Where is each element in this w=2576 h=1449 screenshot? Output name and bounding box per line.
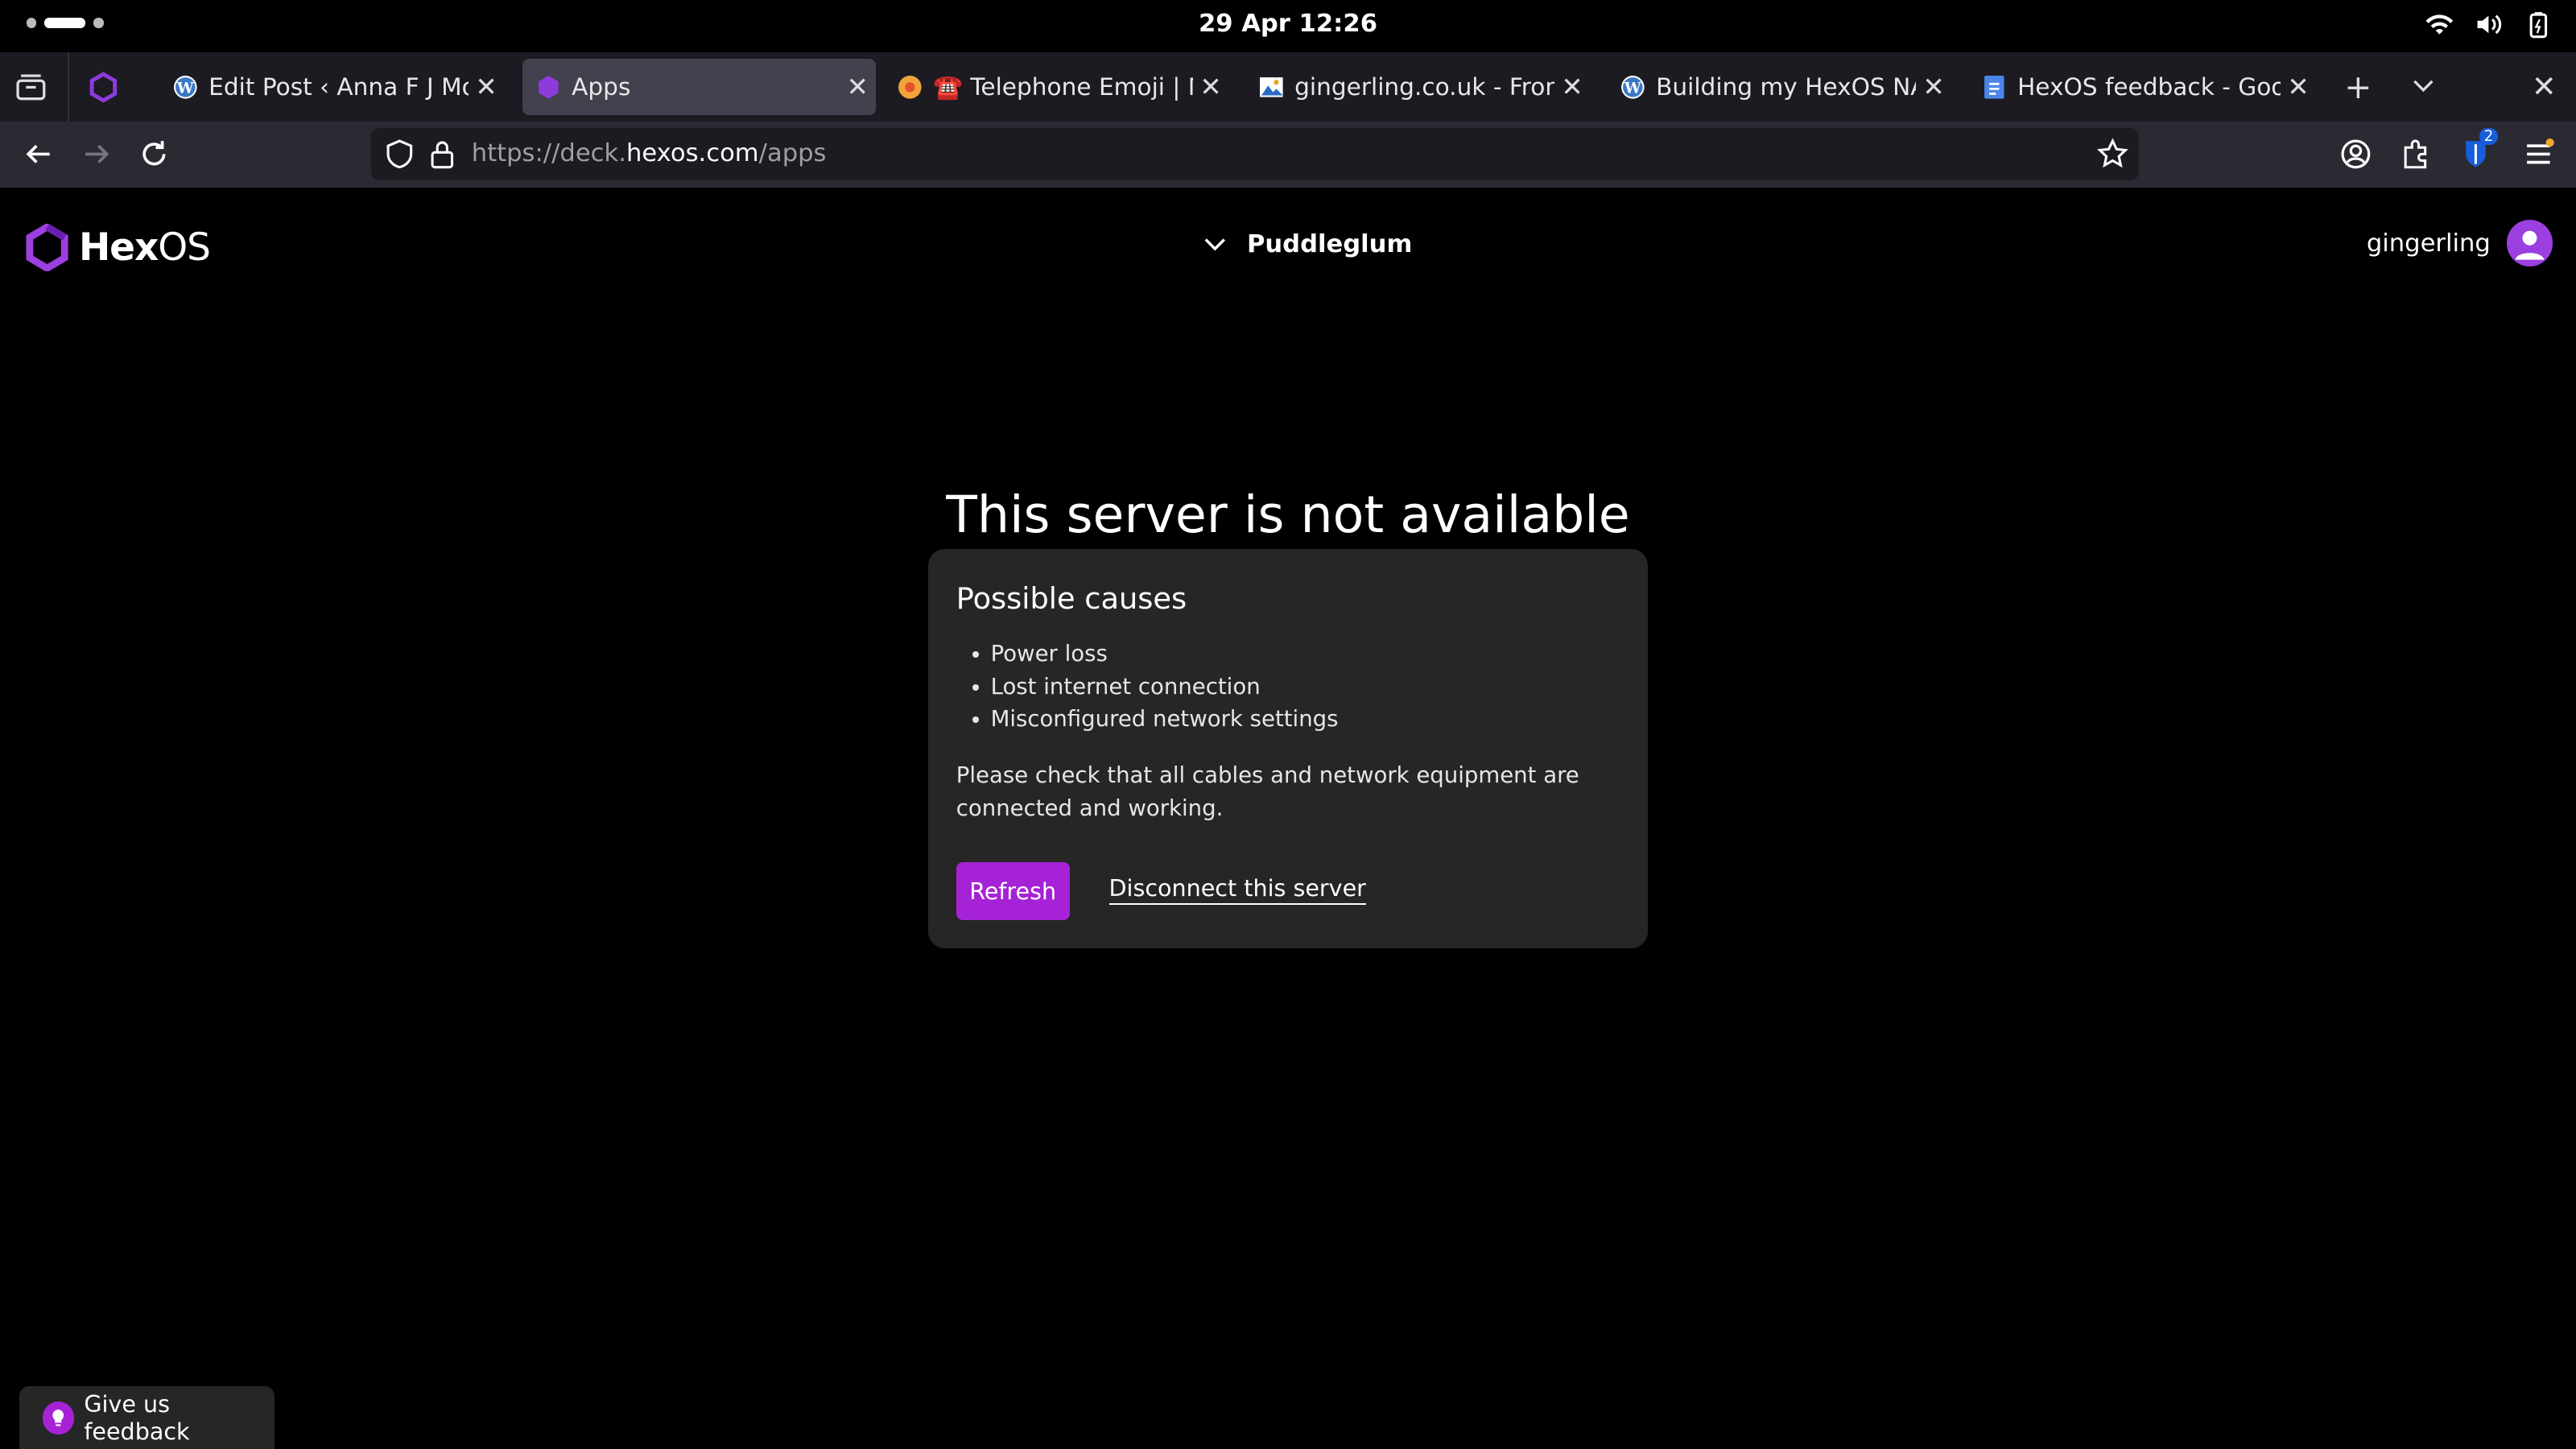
tab-title: HexOS feedback - Google bbox=[2017, 73, 2281, 101]
list-item: Lost internet connection bbox=[991, 671, 1339, 704]
bitwarden-extension[interactable]: 2 bbox=[2459, 128, 2499, 171]
tracking-protection-shield-icon[interactable] bbox=[385, 139, 415, 169]
close-tab-icon[interactable]: ✕ bbox=[2281, 72, 2317, 102]
reload-icon[interactable] bbox=[138, 138, 171, 171]
google-docs-icon bbox=[1984, 75, 2004, 99]
forward-arrow-icon[interactable] bbox=[80, 138, 114, 171]
url-path: /apps bbox=[758, 139, 827, 168]
hexos-logo[interactable]: HexOS bbox=[25, 223, 211, 271]
logo-rest: OS bbox=[158, 225, 211, 270]
url-text[interactable]: https://deck.hexos.com/apps bbox=[472, 139, 827, 167]
battery-icon bbox=[2529, 12, 2547, 39]
account-icon[interactable] bbox=[2339, 138, 2372, 171]
wordpress-icon: W bbox=[1621, 75, 1645, 99]
close-tab-icon[interactable]: ✕ bbox=[1916, 72, 1952, 102]
wifi-icon bbox=[2425, 14, 2454, 35]
causes-list: Power loss Lost internet connection Misc… bbox=[956, 638, 1339, 736]
tab-telephone-emoji[interactable]: ☎️ Telephone Emoji | Mea ✕ bbox=[884, 59, 1229, 114]
user-icon bbox=[2515, 230, 2545, 260]
tab-overview-icon[interactable] bbox=[14, 71, 47, 104]
chevron-down-icon bbox=[1204, 238, 1225, 251]
refresh-button[interactable]: Refresh bbox=[956, 862, 1070, 920]
tab-apps[interactable]: Apps ✕ bbox=[522, 59, 876, 115]
hexos-hexagon-icon bbox=[26, 223, 68, 271]
new-tab-plus-icon[interactable]: + bbox=[2344, 68, 2372, 106]
photo-icon bbox=[1260, 76, 1283, 97]
navigation-bar: https://deck.hexos.com/apps 2 bbox=[0, 122, 2576, 188]
tab-list-chevron-icon[interactable] bbox=[2409, 71, 2438, 101]
window-close-icon[interactable]: ✕ bbox=[2532, 69, 2557, 104]
back-arrow-icon[interactable] bbox=[22, 138, 55, 171]
tab-building-hexos-nas[interactable]: W Building my HexOS NAS – ✕ bbox=[1607, 59, 1952, 114]
tab-title: Apps bbox=[572, 73, 631, 101]
page-title: This server is not available bbox=[946, 484, 1630, 544]
bookmark-star-icon[interactable] bbox=[2096, 138, 2129, 171]
page-content: HexOS Puddleglum gingerling This server … bbox=[0, 187, 2576, 1449]
emoji-site-icon bbox=[898, 75, 922, 99]
url-bar[interactable]: https://deck.hexos.com/apps bbox=[371, 128, 2140, 181]
tab-title: gingerling.co.uk - From 20 bbox=[1294, 73, 1554, 101]
logo-text: HexOS bbox=[78, 225, 211, 270]
username: gingerling bbox=[2366, 229, 2491, 258]
extension-badge: 2 bbox=[2479, 128, 2499, 146]
system-status-icons[interactable] bbox=[2425, 10, 2553, 39]
svg-text:W: W bbox=[1624, 80, 1641, 97]
lightbulb-icon bbox=[43, 1401, 75, 1435]
url-prefix: https://deck. bbox=[471, 139, 626, 168]
error-card: Possible causes Power loss Lost internet… bbox=[928, 548, 1648, 948]
server-selector[interactable]: Puddleglum bbox=[1203, 230, 1412, 258]
pinned-tab-hexos-icon[interactable] bbox=[87, 71, 120, 104]
feedback-label: Give us feedback bbox=[84, 1390, 190, 1446]
tab-strip: W Edit Post ‹ Anna F J Morris ✕ Apps ✕ ☎… bbox=[0, 52, 2576, 122]
user-menu[interactable]: gingerling bbox=[2367, 220, 2553, 266]
server-name: Puddleglum bbox=[1246, 229, 1413, 258]
tab-title: ☎️ Telephone Emoji | Mea bbox=[933, 72, 1192, 101]
system-top-bar: 29 Apr 12:26 bbox=[0, 0, 2576, 53]
system-clock[interactable]: 29 Apr 12:26 bbox=[0, 10, 2576, 38]
hexos-icon bbox=[539, 75, 559, 99]
list-item: Power loss bbox=[991, 638, 1339, 671]
tab-separator bbox=[67, 52, 69, 122]
avatar bbox=[2507, 220, 2553, 266]
logo-bold: Hex bbox=[78, 225, 159, 270]
wordpress-icon: W bbox=[174, 75, 197, 99]
list-item: Misconfigured network settings bbox=[991, 703, 1339, 736]
close-tab-icon[interactable]: ✕ bbox=[840, 72, 876, 102]
tab-title: Building my HexOS NAS – bbox=[1656, 73, 1915, 101]
lock-icon[interactable] bbox=[429, 139, 456, 169]
instructions-text: Please check that all cables and network… bbox=[956, 762, 1579, 821]
disconnect-server-link[interactable]: Disconnect this server bbox=[1108, 874, 1366, 905]
tab-title: Edit Post ‹ Anna F J Morris bbox=[208, 73, 468, 101]
close-tab-icon[interactable]: ✕ bbox=[1554, 72, 1591, 102]
svg-text:W: W bbox=[176, 80, 194, 97]
tab-hexos-feedback[interactable]: HexOS feedback - Google ✕ bbox=[1968, 59, 2317, 114]
menu-hamburger-icon[interactable] bbox=[2522, 138, 2555, 171]
tab-gingerling[interactable]: gingerling.co.uk - From 20 ✕ bbox=[1245, 59, 1591, 114]
extensions-puzzle-icon[interactable] bbox=[2399, 138, 2432, 171]
feedback-button[interactable]: Give us feedback bbox=[19, 1386, 275, 1449]
url-domain: hexos.com bbox=[625, 139, 759, 168]
card-title: Possible causes bbox=[956, 581, 1187, 617]
lightbulb-glyph bbox=[52, 1409, 64, 1426]
close-tab-icon[interactable]: ✕ bbox=[469, 72, 505, 102]
volume-icon bbox=[2478, 14, 2502, 35]
close-tab-icon[interactable]: ✕ bbox=[1193, 72, 1229, 102]
tab-edit-post[interactable]: W Edit Post ‹ Anna F J Morris ✕ bbox=[159, 59, 505, 114]
